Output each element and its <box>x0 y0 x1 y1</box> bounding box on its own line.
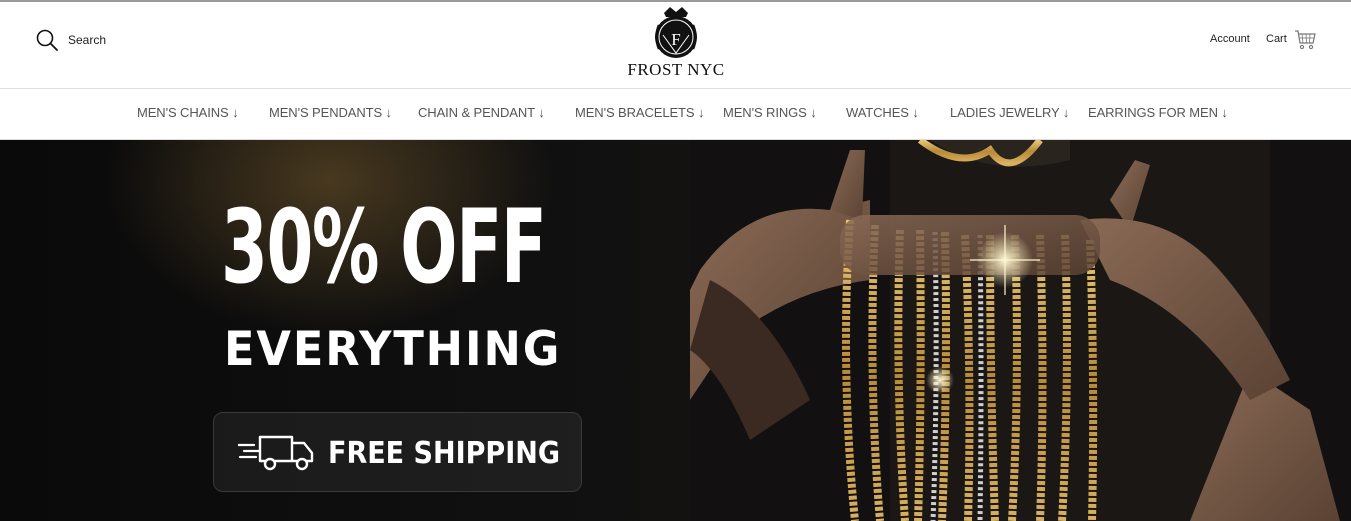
nav-item-earrings-for-men[interactable]: EARRINGS FOR MEN ↓ <box>1088 105 1228 120</box>
gold-chains-photo <box>690 140 1351 521</box>
search-icon <box>36 29 58 51</box>
account-link[interactable]: Account <box>1210 33 1250 45</box>
search-label: Search <box>68 33 107 47</box>
nav-item-mens-chains[interactable]: MEN'S CHAINS ↓ <box>137 105 239 120</box>
cart-label: Cart <box>1266 33 1287 45</box>
nav-item-mens-rings[interactable]: MEN'S RINGS ↓ <box>723 105 817 120</box>
logo-text: FROST NYC <box>627 60 725 79</box>
nav-item-ladies-jewelry[interactable]: LADIES JEWELRY ↓ <box>950 105 1069 120</box>
nav-item-chain-pendant[interactable]: CHAIN & PENDANT ↓ <box>418 105 545 120</box>
cart-button[interactable]: Cart <box>1266 28 1316 50</box>
hero-headline: 30% OFF <box>221 188 547 307</box>
site-logo[interactable]: F FROST NYC <box>622 5 730 83</box>
hero-subhead: EVERYTHING <box>224 322 562 377</box>
free-shipping-label: FREE SHIPPING <box>328 436 561 471</box>
search-button[interactable]: Search <box>36 29 106 51</box>
site-header: Search F FROST NYC Account Cart <box>0 2 1351 89</box>
cart-icon <box>1294 30 1316 50</box>
nav-item-mens-bracelets[interactable]: MEN'S BRACELETS ↓ <box>575 105 704 120</box>
logo-monogram: F <box>671 30 680 49</box>
crest-logo-icon: F <box>655 7 697 58</box>
hero-banner[interactable]: 30% OFF EVERYTHING FREE SHIPPING <box>0 140 1351 521</box>
nav-item-mens-pendants[interactable]: MEN'S PENDANTS ↓ <box>269 105 392 120</box>
main-navigation: MEN'S CHAINS ↓ MEN'S PENDANTS ↓ CHAIN & … <box>0 89 1351 140</box>
free-shipping-badge: FREE SHIPPING <box>213 412 582 492</box>
delivery-truck-icon <box>238 435 314 471</box>
nav-item-watches[interactable]: WATCHES ↓ <box>846 105 919 120</box>
